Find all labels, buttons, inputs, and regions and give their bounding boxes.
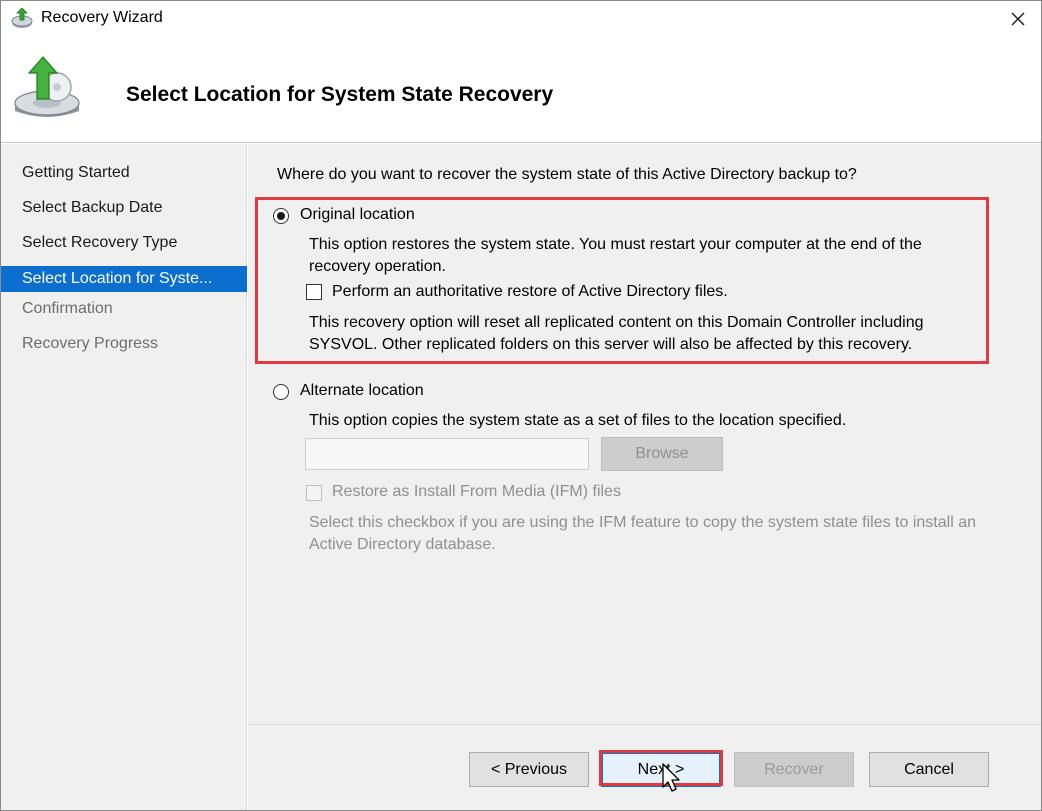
sidebar-item-recovery-progress: Recovery Progress bbox=[22, 335, 159, 352]
close-button[interactable] bbox=[995, 1, 1041, 37]
alternate-path-input[interactable] bbox=[305, 438, 589, 470]
sidebar-item-select-recovery-type[interactable]: Select Recovery Type bbox=[1, 230, 247, 256]
sidebar-item-confirmation: Confirmation bbox=[22, 300, 113, 317]
recover-button[interactable]: Recover bbox=[734, 752, 854, 787]
sidebar-item-getting-started[interactable]: Getting Started bbox=[1, 160, 247, 186]
sidebar-item-select-location[interactable]: Select Location for Syste... bbox=[1, 266, 247, 292]
authoritative-restore-label[interactable]: Perform an authoritative restore of Acti… bbox=[332, 283, 728, 301]
original-location-radio[interactable] bbox=[273, 208, 289, 224]
authoritative-restore-warning: This recovery option will reset all repl… bbox=[309, 314, 924, 353]
alternate-location-description: This option copies the system state as a… bbox=[309, 412, 847, 429]
recovery-disk-arrow-icon bbox=[14, 56, 80, 117]
ifm-checkbox[interactable] bbox=[306, 485, 322, 501]
page-title: Select Location for System State Recover… bbox=[126, 83, 554, 106]
window-title: Recovery Wizard bbox=[41, 9, 163, 26]
browse-button[interactable]: Browse bbox=[601, 437, 723, 471]
ifm-description: Select this checkbox if you are using th… bbox=[309, 514, 976, 553]
mouse-pointer-icon bbox=[662, 763, 680, 792]
title-bar: Recovery Wizard bbox=[1, 1, 1041, 37]
previous-button[interactable]: < Previous bbox=[469, 752, 589, 787]
authoritative-restore-checkbox[interactable] bbox=[306, 284, 322, 300]
recovery-wizard-window: Recovery Wizard Select Location for Syst… bbox=[0, 0, 1042, 811]
close-icon bbox=[1011, 12, 1025, 26]
wizard-header: Select Location for System State Recover… bbox=[1, 37, 1041, 143]
original-location-description: This option restores the system state. Y… bbox=[309, 236, 922, 275]
cancel-button[interactable]: Cancel bbox=[869, 752, 989, 787]
original-location-label[interactable]: Original location bbox=[300, 206, 415, 224]
backup-recovery-icon bbox=[11, 8, 33, 28]
alternate-location-radio[interactable] bbox=[273, 384, 289, 400]
location-question: Where do you want to recover the system … bbox=[277, 166, 857, 183]
alternate-location-label[interactable]: Alternate location bbox=[300, 382, 424, 400]
wizard-steps-sidebar: Getting Started Select Backup Date Selec… bbox=[1, 144, 247, 810]
ifm-label[interactable]: Restore as Install From Media (IFM) file… bbox=[332, 483, 621, 501]
sidebar-item-select-backup-date[interactable]: Select Backup Date bbox=[1, 195, 247, 221]
